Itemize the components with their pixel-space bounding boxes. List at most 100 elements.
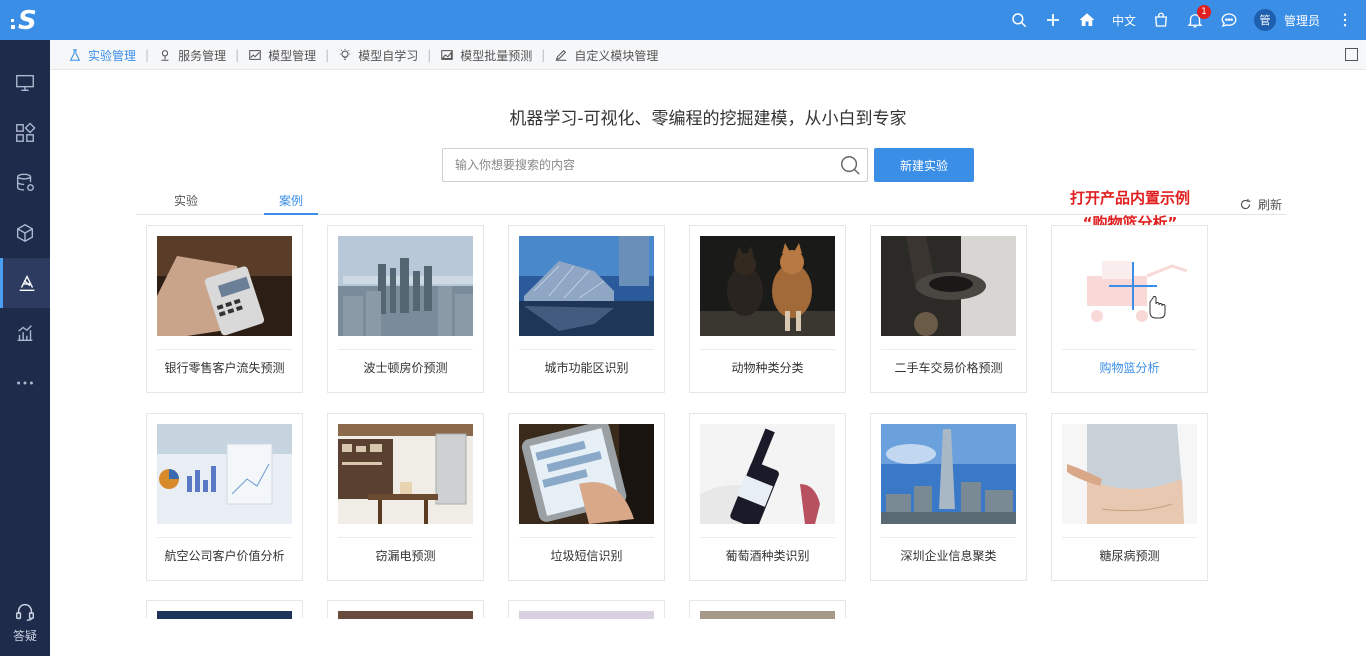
card-image-pos-terminal [157,236,292,336]
store-button[interactable] [1152,11,1170,29]
line-chart-icon [249,50,261,60]
bar-chart-icon [17,325,33,342]
maximize-button[interactable] [1345,48,1358,61]
case-card-label: 波士顿房价预测 [363,361,448,375]
card-divider [157,537,292,538]
case-card-city-zones[interactable]: 城市功能区识别 [508,225,665,393]
card-image-skyscraper [881,424,1016,524]
chat-bubble-icon [1221,13,1237,28]
card-divider [881,349,1016,350]
add-button[interactable] [1044,11,1062,29]
card-image-phone-sms [519,424,654,524]
logo-s-icon: S [11,6,37,35]
more-dots-icon [17,381,33,385]
card-divider [1062,537,1197,538]
case-card-partial[interactable] [508,600,665,619]
home-icon [1079,13,1095,26]
card-image-analytics-dashboard [157,424,292,524]
card-image-modern-building [519,236,654,336]
case-card-label: 垃圾短信识别 [550,549,623,563]
sidebar-item-monitor[interactable] [0,58,50,108]
case-card-partial[interactable] [327,600,484,619]
pencil-icon [556,49,567,61]
kebab-icon [1343,13,1347,27]
cube-icon [16,223,34,243]
sidebar-item-cube[interactable] [0,208,50,258]
card-divider [157,349,292,350]
case-card-diabetes[interactable]: 糖尿病预测 [1051,413,1208,581]
home-button[interactable] [1078,11,1096,29]
refresh-button[interactable]: 刷新 [1239,196,1282,213]
card-image-shopping-cart [1062,236,1197,336]
case-card-partial[interactable] [689,600,846,619]
module-tab-services[interactable]: 服务管理 [158,47,226,64]
refresh-label: 刷新 [1257,198,1282,212]
search-input[interactable] [443,149,823,181]
user-avatar[interactable]: 管 [1253,9,1276,31]
case-card-shenzhen-cluster[interactable]: 深圳企业信息聚类 [870,413,1027,581]
card-image [338,611,473,619]
case-card-wine-classify[interactable]: 葡萄酒种类识别 [689,413,846,581]
separator: | [427,48,432,62]
module-tab-label: 模型自学习 [358,48,419,63]
user-name[interactable]: 管理员 [1284,12,1320,29]
annotation-line-1: 打开产品内置示例 [1069,189,1190,207]
top-bar: 中文 1 管 管理员 [50,0,1366,40]
card-image [700,611,835,619]
sidebar-item-analytics[interactable] [0,308,50,358]
language-switch[interactable]: 中文 [1112,12,1136,29]
card-divider [700,349,835,350]
module-tab-models[interactable]: 模型管理 [248,47,316,64]
module-tab-batch-predict[interactable]: 模型批量预测 [440,47,532,64]
case-card-bank-churn[interactable]: 银行零售客户流失预测 [146,225,303,393]
help-button[interactable]: 答疑 [0,601,50,644]
case-card-airline-value[interactable]: 航空公司客户价值分析 [146,413,303,581]
more-menu-button[interactable] [1336,11,1354,29]
plus-icon [1046,14,1059,26]
separator: | [325,48,330,62]
lightbulb-icon [339,48,351,60]
notifications-button[interactable]: 1 [1186,5,1211,29]
card-image-dogs [700,236,835,336]
separator: | [541,48,546,62]
search-button[interactable] [1010,11,1028,29]
new-experiment-button[interactable]: 新建实验 [874,148,974,182]
tab-cases[interactable]: 案例 [264,192,318,215]
card-image [157,611,292,619]
case-card-label: 购物篮分析 [1099,361,1160,375]
module-tab-label: 实验管理 [88,48,137,63]
case-card-label: 二手车交易价格预测 [894,361,1003,375]
monitor-icon [16,74,34,92]
messages-button[interactable] [1220,11,1238,29]
case-card-label: 窃漏电预测 [375,549,436,563]
card-divider [338,349,473,350]
app-logo[interactable]: S [0,0,50,40]
case-card-spam-sms[interactable]: 垃圾短信识别 [508,413,665,581]
page-headline: 机器学习-可视化、零编程的挖掘建模，从小白到专家 [509,109,907,129]
module-tab-custom-modules[interactable]: 自定义模块管理 [554,47,658,64]
shopping-bag-icon [1155,12,1167,27]
sidebar-item-ml-lab[interactable] [0,258,50,308]
card-image-wine-bottle [700,424,835,524]
case-card-animal-classify[interactable]: 动物种类分类 [689,225,846,393]
ml-lab-icon [19,275,34,292]
case-card-market-basket[interactable]: 购物篮分析 [1051,225,1208,393]
map-pin-icon [161,50,169,61]
module-tab-experiments[interactable]: 实验管理 [68,47,136,64]
search-box [442,148,868,182]
sidebar-item-database[interactable] [0,158,50,208]
search-icon[interactable] [839,154,861,176]
tab-experiments[interactable]: 实验 [174,192,198,215]
card-image-kitchen [338,424,473,524]
card-divider [338,537,473,538]
sidebar-item-more[interactable] [0,358,50,408]
case-card-used-car[interactable]: 二手车交易价格预测 [870,225,1027,393]
module-tab-self-learning[interactable]: 模型自学习 [338,47,418,64]
case-card-electricity-theft[interactable]: 窃漏电预测 [327,413,484,581]
case-card-boston-housing[interactable]: 波士顿房价预测 [327,225,484,393]
case-card-partial[interactable] [146,600,303,619]
module-tab-label: 模型管理 [268,48,317,63]
headset-icon [16,603,34,621]
case-card-label: 糖尿病预测 [1099,549,1160,563]
database-icon [16,173,34,192]
